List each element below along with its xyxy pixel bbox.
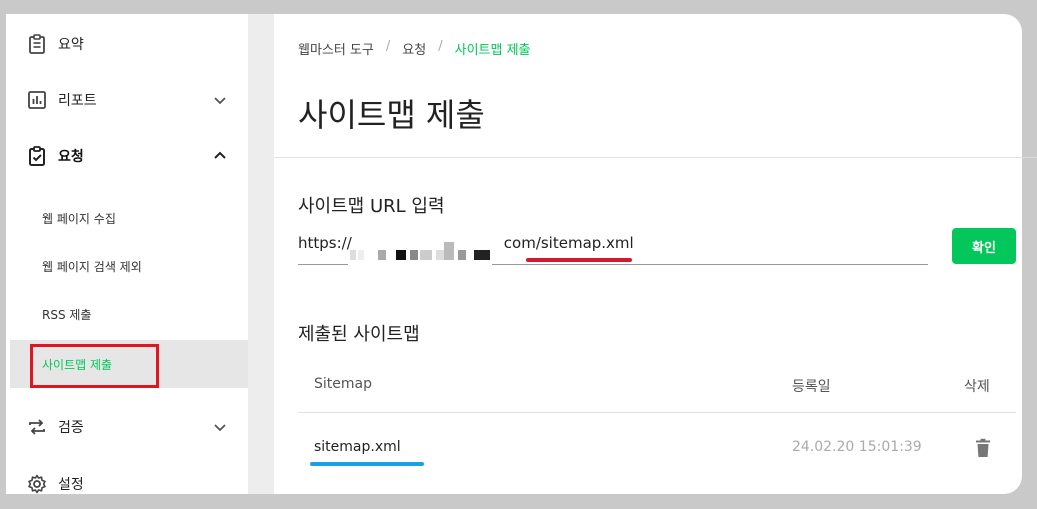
- submitted-section-label: 제출된 사이트맵: [298, 324, 420, 345]
- redacted-block: [444, 242, 454, 260]
- bar-chart-icon: [28, 91, 46, 109]
- table-header-divider: [298, 412, 1016, 413]
- sidebar-subitem-rss[interactable]: RSS 제출: [10, 296, 248, 332]
- sidebar-item-label: 설정: [58, 477, 84, 493]
- sidebar-subitem-label: 웹 페이지 검색 제외: [42, 259, 142, 274]
- redacted-block: [378, 250, 386, 260]
- sidebar-item-label: 검증: [58, 420, 84, 436]
- input-underline: [298, 264, 348, 265]
- window-frame-bottom: [0, 494, 1037, 509]
- redacted-block: [410, 250, 418, 260]
- sidebar-item-report[interactable]: 리포트: [6, 80, 248, 120]
- redacted-block: [396, 250, 406, 260]
- breadcrumb: 웹마스터 도구 / 요청 / 사이트맵 제출: [298, 39, 531, 58]
- sidebar-item-summary[interactable]: 요약: [6, 24, 248, 64]
- annotation-underline-red: [526, 258, 632, 262]
- url-suffix: com/sitemap.xml: [503, 234, 634, 252]
- sidebar-item-label: 요청: [58, 149, 84, 165]
- column-header-date: 등록일: [792, 379, 831, 395]
- sidebar-subitem-label: 웹 페이지 수집: [42, 211, 116, 226]
- sitemap-file-cell: sitemap.xml: [314, 439, 401, 455]
- redacted-block: [350, 250, 356, 260]
- redacted-block: [358, 250, 364, 260]
- highlight-box: [30, 344, 159, 388]
- window-frame-top: [0, 0, 1037, 14]
- sidebar: 요약 리포트 요청 웹 페이지 수집 웹 페이지 검색 제외 RSS 제출 사이…: [6, 14, 249, 494]
- confirm-button[interactable]: 확인: [952, 228, 1016, 264]
- chevron-down-icon: [214, 97, 226, 105]
- column-header-delete: 삭제: [964, 379, 990, 395]
- breadcrumb-item[interactable]: 웹마스터 도구: [298, 39, 374, 58]
- sidebar-subitem-label: RSS 제출: [42, 307, 92, 322]
- breadcrumb-current: 사이트맵 제출: [454, 43, 531, 58]
- input-underline: [492, 264, 928, 265]
- column-header-sitemap: Sitemap: [314, 376, 372, 392]
- sidebar-item-request[interactable]: 요청: [6, 136, 248, 176]
- sidebar-item-label: 요약: [58, 37, 84, 53]
- main-panel: 웹마스터 도구 / 요청 / 사이트맵 제출 사이트맵 제출 사이트맵 URL …: [274, 14, 1037, 494]
- clipboard-icon: [29, 34, 45, 54]
- redacted-block: [458, 250, 466, 260]
- sidebar-subitem-page-crawl[interactable]: 웹 페이지 수집: [10, 200, 248, 236]
- sidebar-subitem-page-exclude[interactable]: 웹 페이지 검색 제외: [10, 248, 248, 284]
- trash-icon[interactable]: [974, 438, 992, 458]
- redacted-block: [420, 250, 432, 260]
- clipboard-check-icon: [29, 146, 45, 166]
- url-section-label: 사이트맵 URL 입력: [298, 196, 445, 217]
- repeat-icon: [29, 419, 45, 435]
- breadcrumb-item[interactable]: 요청: [402, 39, 426, 58]
- registered-date-cell: 24.02.20 15:01:39: [792, 439, 922, 455]
- chevron-down-icon: [214, 424, 226, 432]
- sidebar-item-label: 리포트: [58, 93, 97, 109]
- gear-icon: [28, 474, 46, 494]
- sidebar-item-verify[interactable]: 검증: [6, 407, 248, 447]
- annotation-underline-blue: [310, 462, 424, 466]
- chevron-up-icon: [214, 151, 226, 159]
- breadcrumb-separator: /: [385, 39, 391, 54]
- url-prefix: https://: [298, 234, 352, 252]
- breadcrumb-separator: /: [438, 39, 443, 54]
- title-divider: [274, 157, 1037, 158]
- background-line: [1022, 157, 1037, 158]
- redacted-block: [474, 250, 490, 260]
- content-gutter: [248, 14, 274, 494]
- page-title: 사이트맵 제출: [298, 96, 485, 134]
